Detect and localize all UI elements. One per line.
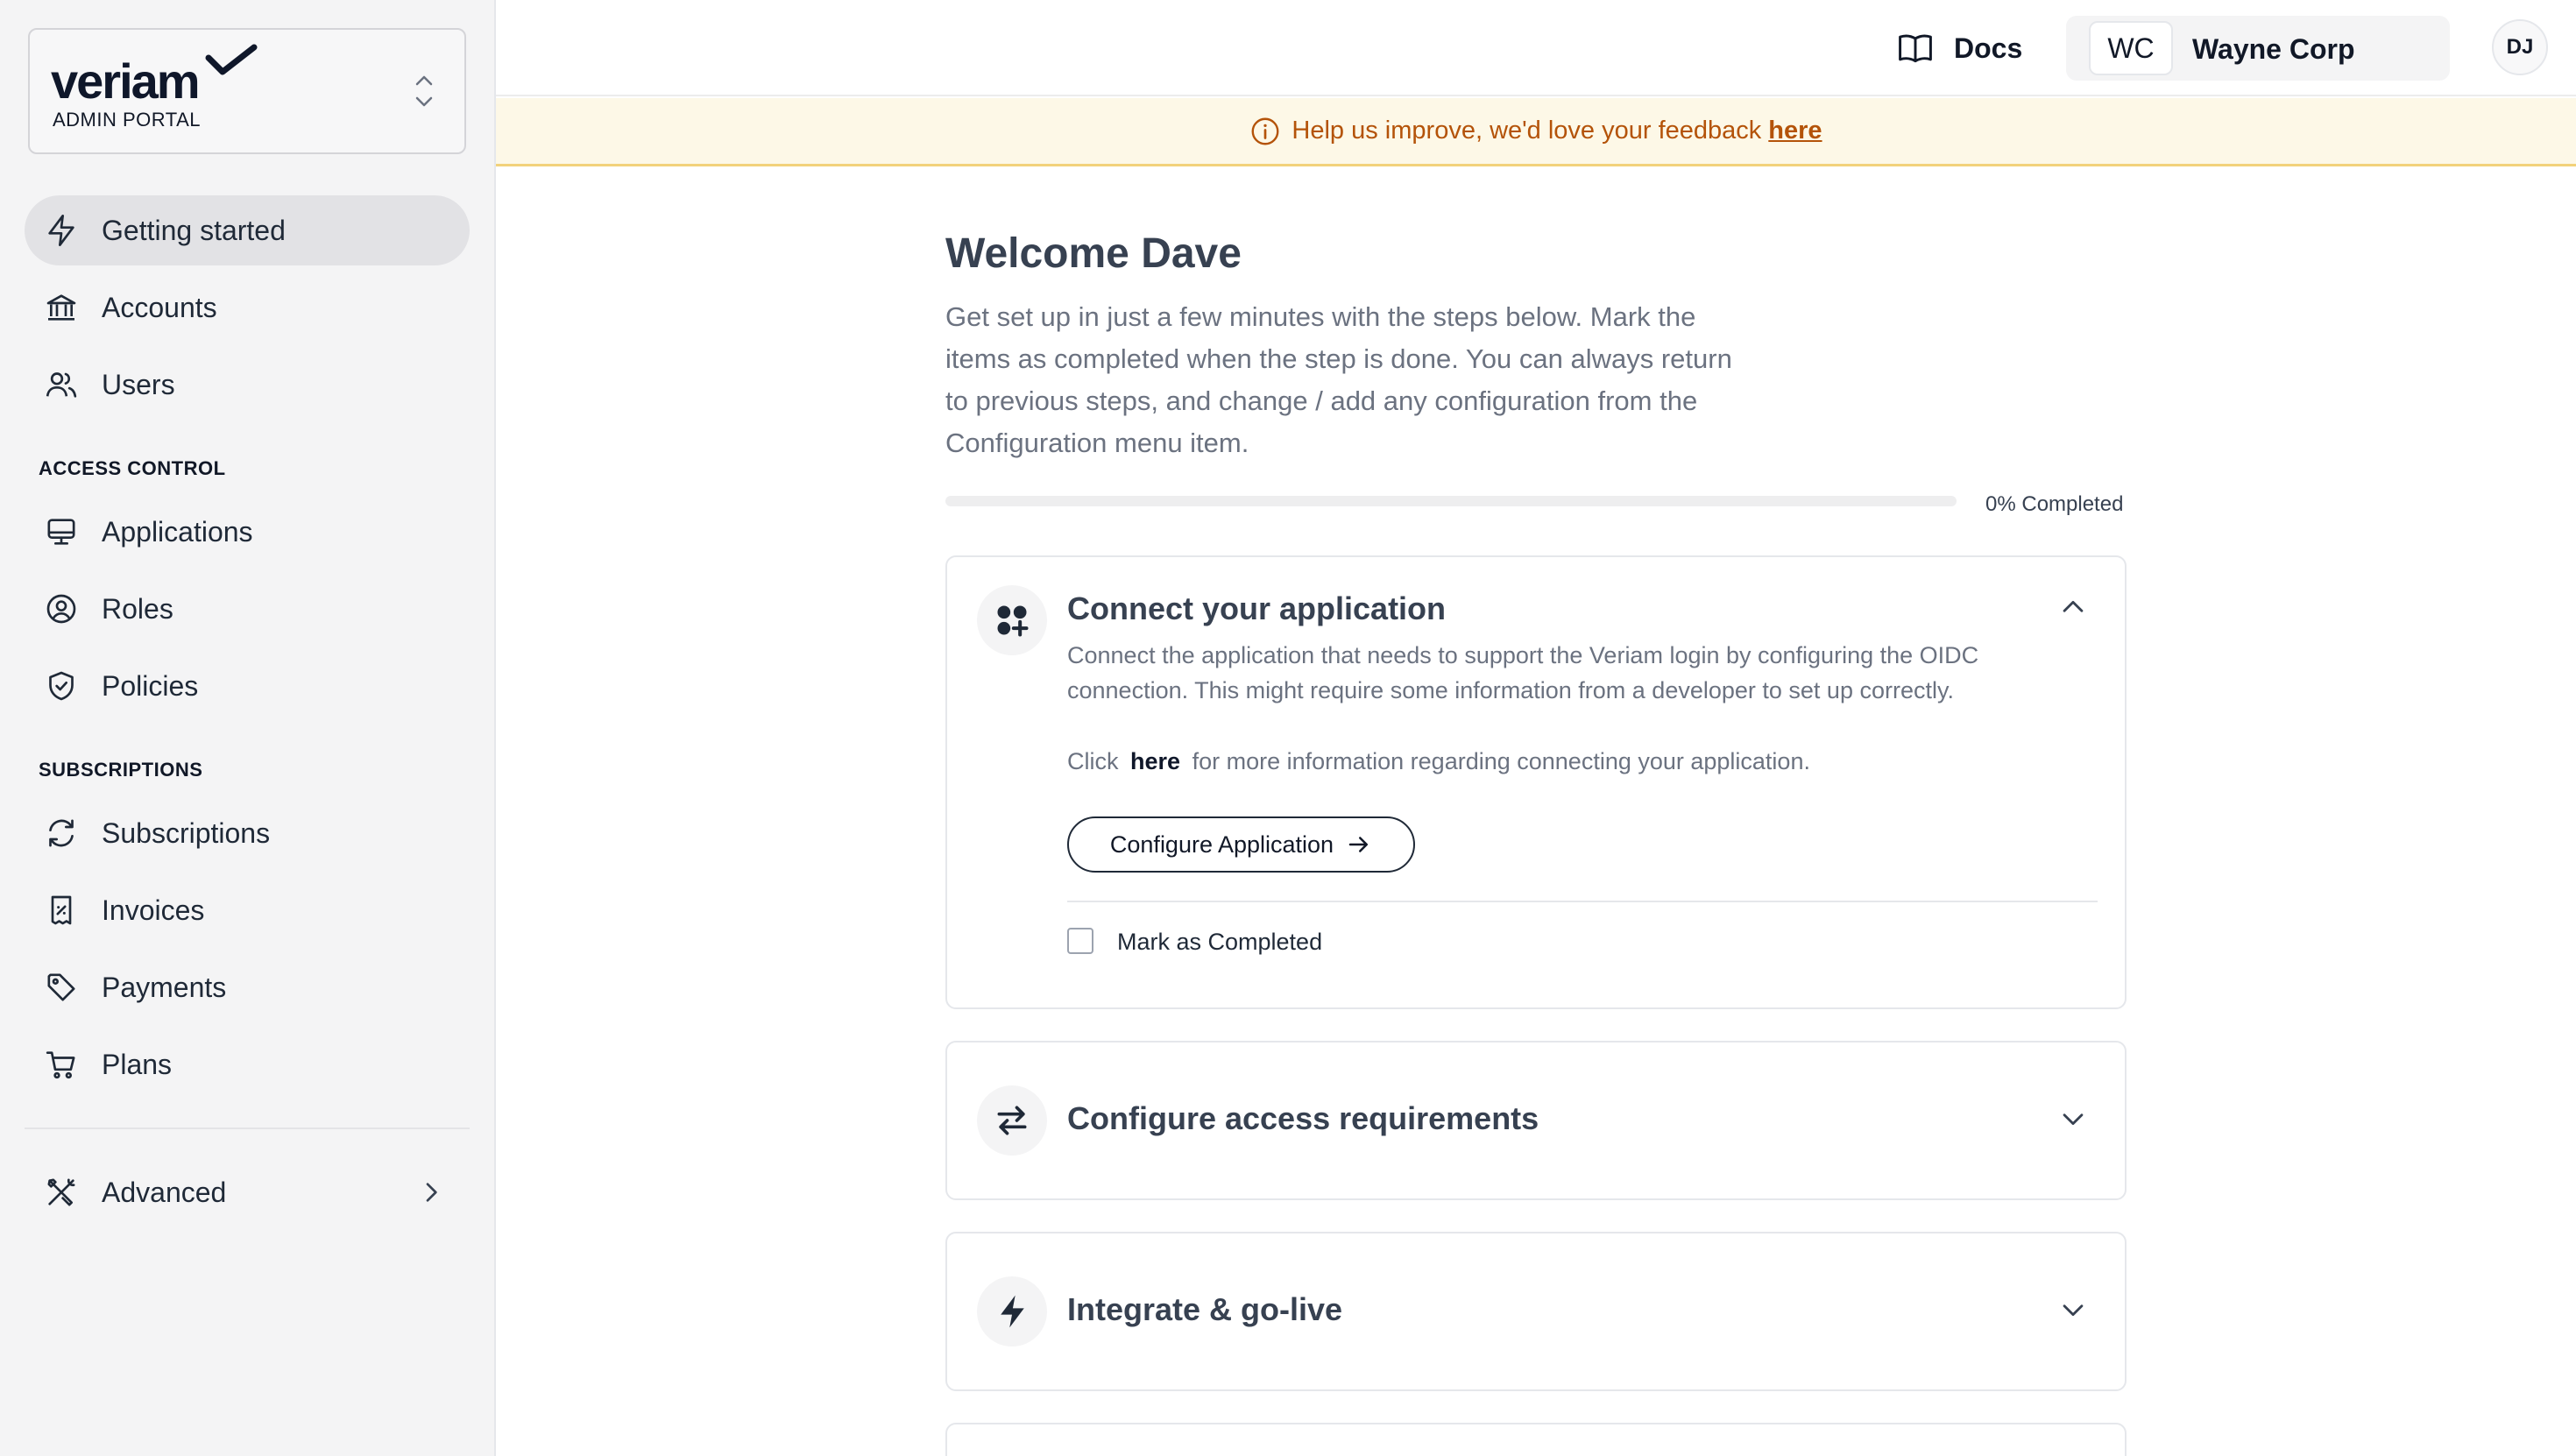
chevron-up-down-icon[interactable] — [414, 72, 435, 110]
page-title: Welcome Dave — [945, 230, 1242, 277]
sidebar-item-payments[interactable]: Payments — [25, 952, 470, 1022]
progress-label: 0% Completed — [1985, 492, 2124, 516]
button-label: Configure Application — [1109, 830, 1334, 858]
step-card-configure-access[interactable]: Configure access requirements — [945, 1041, 2127, 1200]
refresh-icon — [44, 816, 79, 851]
feedback-banner: Help us improve, we'd love your feedback… — [496, 98, 2576, 166]
sidebar: veriam ADMIN PORTAL Getting started Acco… — [0, 0, 496, 1456]
step-title[interactable]: Connect your application — [1067, 590, 1446, 627]
sidebar-item-users[interactable]: Users — [25, 350, 470, 420]
chevron-down-icon[interactable] — [2058, 1104, 2088, 1134]
progress-bar — [945, 496, 1957, 506]
cart-icon — [44, 1047, 79, 1082]
user-avatar[interactable]: DJ — [2492, 19, 2548, 75]
tools-icon — [44, 1175, 79, 1210]
brand-logo: veriam — [51, 53, 201, 109]
help-link[interactable]: here — [1130, 748, 1180, 774]
feedback-link[interactable]: here — [1768, 117, 1822, 145]
sidebar-item-roles[interactable]: Roles — [25, 574, 470, 644]
sidebar-item-label: Plans — [102, 1049, 173, 1080]
mark-completed-label[interactable]: Mark as Completed — [1117, 929, 1322, 956]
sidebar-item-label: Advanced — [102, 1177, 227, 1208]
sidebar-item-label: Roles — [102, 593, 173, 625]
step-card-connect-application: Connect your application Connect the app… — [945, 555, 2127, 1009]
users-icon — [44, 367, 79, 402]
sidebar-item-advanced[interactable]: Advanced — [25, 1157, 470, 1227]
tag-icon — [44, 970, 79, 1005]
organization-switcher[interactable]: WC Wayne Corp — [2066, 16, 2450, 81]
sidebar-item-label: Subscriptions — [102, 817, 271, 849]
docs-link[interactable]: Docs — [1896, 26, 2022, 70]
sidebar-item-plans[interactable]: Plans — [25, 1029, 470, 1099]
monitor-icon — [44, 514, 79, 549]
step-title[interactable]: Configure access requirements — [1067, 1100, 1539, 1137]
book-icon — [1899, 34, 1932, 63]
sidebar-item-invoices[interactable]: Invoices — [25, 875, 470, 945]
step-card-integrate-go-live[interactable]: Integrate & go-live — [945, 1232, 2127, 1391]
step-title[interactable]: Integrate & go-live — [1067, 1291, 1342, 1328]
section-title-subscriptions: SUBSCRIPTIONS — [39, 759, 203, 781]
sidebar-item-label: Policies — [102, 670, 199, 702]
sidebar-item-label: Payments — [102, 972, 227, 1003]
sidebar-item-label: Users — [102, 369, 175, 400]
sidebar-divider — [25, 1127, 470, 1129]
mark-completed-checkbox[interactable] — [1067, 928, 1093, 954]
sidebar-item-policies[interactable]: Policies — [25, 651, 470, 721]
user-circle-icon — [44, 591, 79, 626]
intro-text: Get set up in just a few minutes with th… — [945, 301, 1732, 458]
portal-switcher[interactable]: veriam ADMIN PORTAL — [28, 28, 466, 154]
card-divider — [1067, 901, 2098, 902]
bolt-icon — [44, 213, 79, 248]
org-initials-badge: WC — [2089, 21, 2173, 75]
brand-subtitle: ADMIN PORTAL — [53, 109, 201, 131]
chevron-right-icon — [426, 1183, 437, 1202]
bolt-icon — [977, 1276, 1047, 1346]
sidebar-item-label: Getting started — [102, 215, 286, 246]
section-title-access-control: ACCESS CONTROL — [39, 457, 226, 479]
chevron-down-icon[interactable] — [2058, 1295, 2088, 1325]
step-help-line: Click here for more information regardin… — [1067, 748, 1810, 775]
brand-check-icon — [205, 44, 258, 75]
sidebar-item-label: Applications — [102, 516, 253, 548]
bank-icon — [44, 290, 79, 325]
configure-application-button[interactable]: Configure Application — [1067, 816, 1415, 873]
org-name: Wayne Corp — [2192, 33, 2355, 65]
chevron-up-icon[interactable] — [2058, 592, 2088, 622]
sidebar-item-label: Accounts — [102, 292, 217, 323]
sidebar-item-subscriptions[interactable]: Subscriptions — [25, 798, 470, 868]
arrow-right-icon — [1348, 837, 1369, 852]
sidebar-item-label: Invoices — [102, 894, 205, 926]
receipt-icon — [44, 893, 79, 928]
step-card-next[interactable] — [945, 1423, 2127, 1456]
info-icon — [1251, 117, 1279, 145]
feedback-text: Help us improve, we'd love your feedback — [1292, 117, 1762, 145]
apps-add-icon — [977, 585, 1047, 655]
help-suffix: for more information regarding connectin… — [1192, 748, 1810, 774]
sidebar-item-getting-started[interactable]: Getting started — [25, 195, 470, 265]
docs-label: Docs — [1954, 32, 2023, 64]
help-prefix: Click — [1067, 748, 1119, 774]
top-bar: Docs WC Wayne Corp DJ — [496, 0, 2576, 96]
shield-check-icon — [44, 668, 79, 703]
swap-arrows-icon — [977, 1085, 1047, 1156]
sidebar-item-accounts[interactable]: Accounts — [25, 272, 470, 343]
sidebar-item-applications[interactable]: Applications — [25, 497, 470, 567]
step-description: Connect the application that needs to su… — [1067, 642, 1979, 703]
